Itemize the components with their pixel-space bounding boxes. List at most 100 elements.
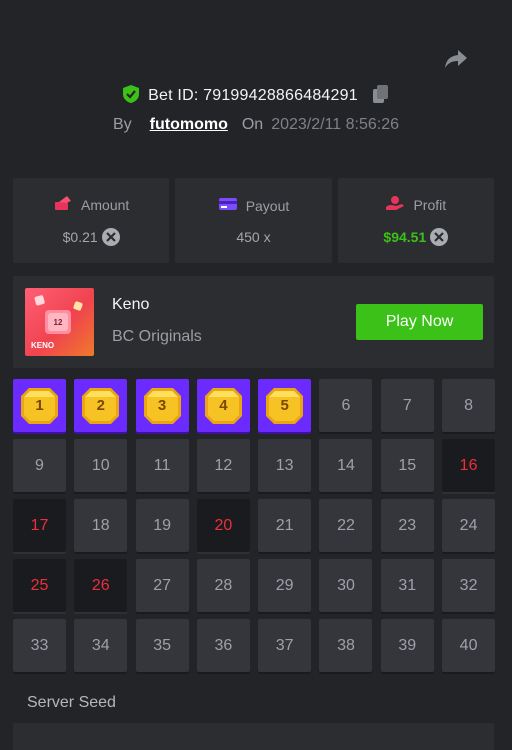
keno-cell-number: 5	[280, 397, 289, 414]
keno-cell[interactable]: 15	[380, 439, 434, 492]
play-now-button[interactable]: Play Now	[356, 304, 483, 340]
keno-cell-number: 17	[30, 516, 49, 534]
keno-cell-number: 33	[30, 636, 49, 654]
gem-icon: 5	[265, 387, 304, 425]
keno-cell[interactable]: 6	[319, 379, 373, 432]
keno-cell[interactable]: 7	[380, 379, 434, 432]
keno-cell-number: 11	[153, 456, 171, 474]
gem-icon: 2	[81, 387, 120, 425]
keno-cell[interactable]: 38	[319, 619, 373, 672]
x-coin-icon	[430, 228, 449, 246]
keno-cell[interactable]: 5	[258, 379, 312, 432]
keno-cell[interactable]: 40	[442, 619, 496, 672]
keno-cell-number: 12	[214, 456, 233, 474]
share-arrow-icon	[443, 48, 469, 75]
keno-cell-number: 27	[153, 576, 171, 594]
keno-cell-number: 23	[398, 516, 417, 534]
keno-cell-number: 9	[35, 456, 44, 474]
keno-cell[interactable]: 25	[13, 559, 66, 612]
bet-stats: Amount $0.21 Payout 450 x Profit $94.51	[13, 178, 494, 263]
keno-cell[interactable]: 22	[319, 499, 373, 552]
keno-cell[interactable]: 30	[319, 559, 373, 612]
keno-cell[interactable]: 14	[319, 439, 373, 492]
keno-cell[interactable]: 20	[196, 499, 250, 552]
keno-cell[interactable]: 28	[196, 559, 250, 612]
card-icon	[218, 196, 238, 215]
server-seed-field[interactable]	[13, 723, 494, 750]
keno-cell-number: 36	[214, 636, 233, 654]
keno-cell-number: 19	[153, 516, 171, 534]
payout-stat: Payout 450 x	[175, 178, 332, 263]
keno-cell[interactable]: 17	[13, 499, 66, 552]
keno-cell-number: 29	[275, 576, 294, 594]
keno-cell[interactable]: 13	[258, 439, 312, 492]
profit-value: $94.51	[383, 229, 427, 245]
keno-cell[interactable]: 2	[74, 379, 128, 432]
keno-cell[interactable]: 32	[442, 559, 496, 612]
keno-cell-number: 30	[337, 576, 355, 594]
keno-cell-number: 35	[153, 636, 171, 654]
amount-icon	[53, 195, 73, 214]
copy-icon[interactable]	[372, 84, 390, 109]
keno-cell-number: 38	[337, 636, 355, 654]
keno-cell[interactable]: 18	[74, 499, 128, 552]
keno-cell-number: 1	[35, 397, 44, 414]
keno-cell-number: 40	[459, 636, 478, 654]
keno-cell[interactable]: 21	[258, 499, 312, 552]
payout-label: Payout	[245, 197, 290, 214]
keno-cell[interactable]: 9	[13, 439, 66, 492]
keno-cell-number: 16	[459, 456, 478, 474]
keno-cell[interactable]: 11	[135, 439, 189, 492]
keno-cell[interactable]: 4	[196, 379, 250, 432]
keno-cell-number: 28	[214, 576, 233, 594]
keno-cell[interactable]: 3	[135, 379, 189, 432]
game-provider: BC Originals	[112, 328, 202, 345]
keno-cell[interactable]: 16	[442, 439, 496, 492]
keno-cell-number: 6	[341, 396, 351, 414]
keno-cell[interactable]: 8	[442, 379, 496, 432]
keno-cell-number: 4	[219, 397, 228, 414]
keno-cell[interactable]: 26	[74, 559, 128, 612]
keno-cell-number: 24	[459, 516, 478, 534]
bet-id-value: 79199428866484291	[203, 87, 358, 104]
keno-cell[interactable]: 19	[135, 499, 189, 552]
keno-cell-number: 26	[91, 576, 110, 594]
game-name[interactable]: Keno	[112, 296, 149, 314]
game-thumbnail[interactable]: 12 KENO	[25, 288, 94, 356]
username-link[interactable]: futomomo	[150, 116, 228, 134]
keno-cell-number: 13	[275, 456, 294, 474]
bet-id: Bet ID: 79199428866484291	[148, 87, 358, 105]
keno-cell[interactable]: 37	[258, 619, 312, 672]
keno-cell[interactable]: 34	[74, 619, 128, 672]
keno-cell[interactable]: 29	[258, 559, 312, 612]
keno-cell[interactable]: 27	[135, 559, 189, 612]
keno-cell[interactable]: 12	[196, 439, 250, 492]
keno-cell[interactable]: 31	[380, 559, 434, 612]
keno-cell[interactable]: 24	[442, 499, 496, 552]
amount-stat: Amount $0.21	[13, 178, 170, 263]
thumb-label: KENO	[31, 341, 55, 350]
keno-cell-number: 20	[214, 516, 233, 534]
game-card: 12 KENO Keno BC Originals Play Now	[13, 276, 494, 368]
amount-label: Amount	[81, 196, 130, 213]
keno-cell-number: 15	[398, 456, 417, 474]
keno-cell[interactable]: 1	[13, 379, 66, 432]
verified-shield-icon	[122, 84, 140, 109]
keno-cell-number: 21	[275, 516, 294, 534]
keno-cell[interactable]: 10	[74, 439, 128, 492]
payout-value: 450 x	[236, 229, 271, 245]
gem-icon: 1	[20, 387, 59, 425]
keno-cell[interactable]: 23	[380, 499, 434, 552]
gem-icon: 4	[204, 387, 243, 425]
keno-cell[interactable]: 35	[135, 619, 189, 672]
keno-cell-number: 39	[398, 636, 417, 654]
keno-cell-number: 22	[337, 516, 355, 534]
bet-id-row: Bet ID: 79199428866484291	[0, 83, 512, 109]
share-button[interactable]	[442, 48, 470, 74]
keno-cell[interactable]: 33	[13, 619, 66, 672]
keno-cell[interactable]: 39	[380, 619, 434, 672]
keno-cell-number: 31	[398, 576, 417, 594]
keno-cell[interactable]: 36	[196, 619, 250, 672]
server-seed-label: Server Seed	[27, 694, 116, 711]
amount-value: $0.21	[62, 229, 98, 245]
